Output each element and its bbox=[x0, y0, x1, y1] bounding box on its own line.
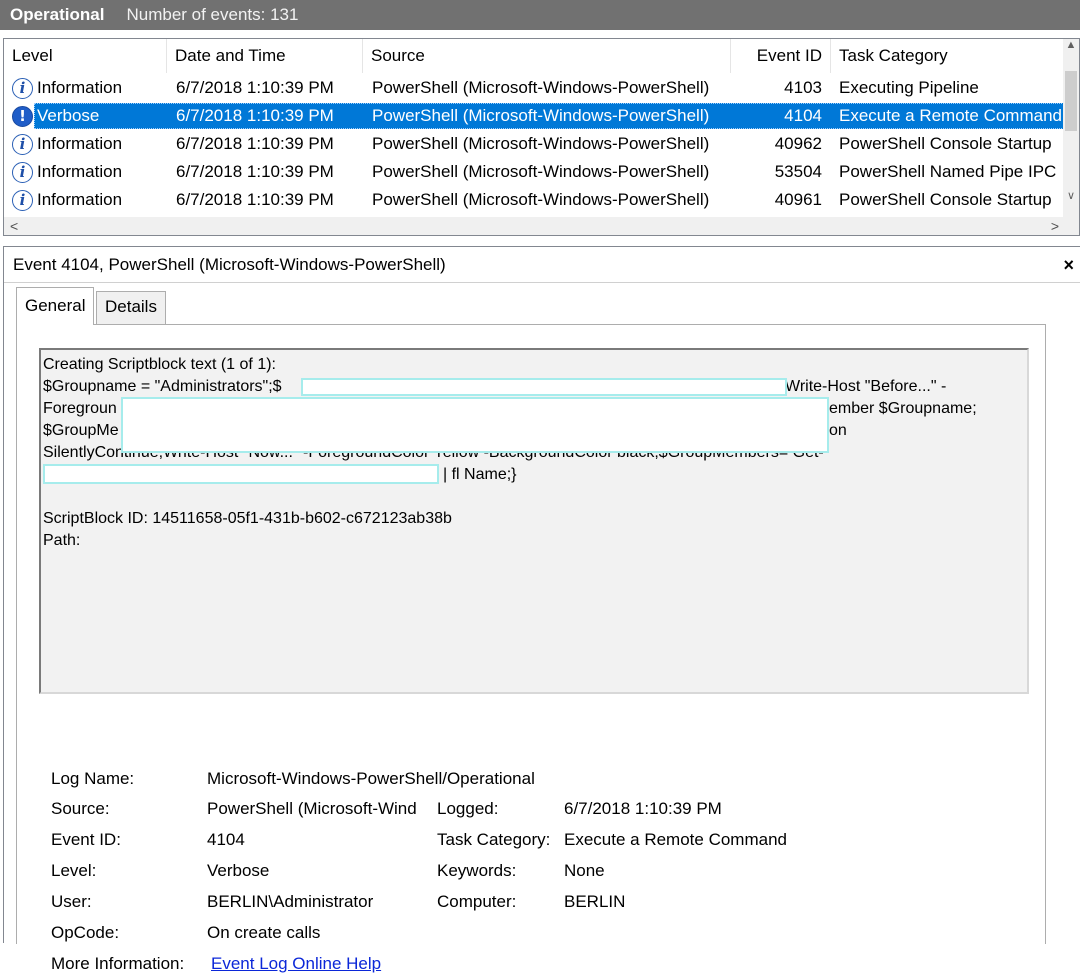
event-list[interactable]: Level Date and Time Source Event ID Task… bbox=[3, 38, 1080, 236]
table-row[interactable]: i Information 6/7/2018 1:10:39 PM PowerS… bbox=[4, 74, 1064, 102]
label-event-id: Event ID: bbox=[51, 830, 121, 849]
script-fragment: Write-Host "Before..." - bbox=[785, 378, 947, 395]
information-icon: i bbox=[12, 78, 33, 99]
cell-level: Information bbox=[37, 134, 123, 153]
cell-source: PowerShell (Microsoft-Windows-PowerShell… bbox=[372, 106, 710, 125]
cell-task: Execute a Remote Command bbox=[839, 106, 1062, 125]
log-header-bar: Operational Number of events: 131 bbox=[0, 0, 1080, 30]
label-logged: Logged: bbox=[437, 799, 499, 818]
information-icon: i bbox=[12, 162, 33, 183]
table-row[interactable]: i Information 6/7/2018 1:10:39 PM PowerS… bbox=[4, 158, 1064, 186]
value-computer: BERLIN bbox=[564, 892, 626, 911]
column-header-event-id[interactable]: Event ID bbox=[731, 39, 831, 73]
redaction-box bbox=[43, 464, 439, 484]
label-opcode: OpCode: bbox=[51, 923, 120, 942]
scroll-down-arrow-icon[interactable]: ∨ bbox=[1063, 189, 1079, 202]
label-log-name: Log Name: bbox=[51, 769, 135, 788]
event-log-online-help-link[interactable]: Event Log Online Help bbox=[211, 948, 381, 979]
value-keywords: None bbox=[564, 861, 605, 880]
label-keywords: Keywords: bbox=[437, 861, 517, 880]
information-icon: i bbox=[12, 134, 33, 155]
horizontal-scrollbar[interactable]: < > bbox=[4, 217, 1079, 235]
cell-task: PowerShell Console Startup bbox=[839, 190, 1052, 209]
label-more-information: More Information: bbox=[51, 954, 185, 973]
cell-date: 6/7/2018 1:10:39 PM bbox=[176, 106, 334, 125]
redaction-box bbox=[301, 378, 787, 396]
table-row[interactable]: i Information 6/7/2018 1:10:39 PM PowerS… bbox=[4, 130, 1064, 158]
label-source: Source: bbox=[51, 799, 110, 818]
script-line bbox=[43, 486, 1027, 508]
cell-date: 6/7/2018 1:10:39 PM bbox=[176, 78, 334, 97]
redaction-box bbox=[121, 397, 829, 453]
script-fragment: on bbox=[829, 422, 847, 439]
event-detail-title: Event 4104, PowerShell (Microsoft-Window… bbox=[13, 255, 446, 274]
script-line: Path: bbox=[43, 532, 81, 549]
event-description-textbox[interactable]: Creating Scriptblock text (1 of 1): $Gro… bbox=[39, 348, 1029, 694]
label-computer: Computer: bbox=[437, 892, 517, 911]
value-log-name: Microsoft-Windows-PowerShell/Operational bbox=[207, 769, 535, 788]
value-source: PowerShell (Microsoft-Wind bbox=[207, 799, 417, 818]
script-line: ScriptBlock ID: 14511658-05f1-431b-b602-… bbox=[43, 510, 452, 527]
cell-task: Executing Pipeline bbox=[839, 78, 979, 97]
cell-date: 6/7/2018 1:10:39 PM bbox=[176, 162, 334, 181]
label-level: Level: bbox=[51, 861, 97, 880]
event-detail-pane: Event 4104, PowerShell (Microsoft-Window… bbox=[3, 246, 1080, 973]
scroll-right-arrow-icon[interactable]: > bbox=[1051, 217, 1059, 235]
scroll-left-arrow-icon[interactable]: < bbox=[10, 217, 18, 235]
cell-level: Information bbox=[37, 190, 123, 209]
scrollbar-thumb[interactable] bbox=[1065, 71, 1077, 131]
general-tab-panel: Creating Scriptblock text (1 of 1): $Gro… bbox=[16, 324, 1046, 973]
cell-source: PowerShell (Microsoft-Windows-PowerShell… bbox=[372, 78, 710, 97]
table-row[interactable]: i Information 6/7/2018 1:10:39 PM PowerS… bbox=[4, 186, 1064, 214]
cell-event-id: 53504 bbox=[774, 162, 822, 181]
value-opcode: On create calls bbox=[207, 923, 321, 942]
verbose-icon: ! bbox=[12, 106, 33, 127]
script-fragment: | fl Name;} bbox=[443, 466, 517, 483]
column-header-row: Level Date and Time Source Event ID Task… bbox=[4, 39, 1064, 73]
cell-source: PowerShell (Microsoft-Windows-PowerShell… bbox=[372, 162, 710, 181]
cell-date: 6/7/2018 1:10:39 PM bbox=[176, 134, 334, 153]
column-header-level[interactable]: Level bbox=[4, 39, 167, 73]
cell-level: Verbose bbox=[37, 106, 100, 125]
value-user: BERLIN\Administrator bbox=[207, 892, 374, 911]
event-count: Number of events: 131 bbox=[126, 5, 299, 24]
value-logged: 6/7/2018 1:10:39 PM bbox=[564, 799, 722, 818]
value-level: Verbose bbox=[207, 861, 270, 880]
scroll-up-arrow-icon[interactable]: ▲ bbox=[1063, 39, 1079, 51]
tab-details[interactable]: Details bbox=[96, 291, 166, 325]
close-icon[interactable]: × bbox=[1063, 247, 1074, 283]
cell-level: Information bbox=[37, 78, 123, 97]
tab-general[interactable]: General bbox=[16, 287, 95, 325]
label-user: User: bbox=[51, 892, 92, 911]
column-header-date[interactable]: Date and Time bbox=[167, 39, 363, 73]
column-header-task-category[interactable]: Task Category bbox=[831, 39, 1064, 73]
value-task-category: Execute a Remote Command bbox=[564, 830, 787, 849]
label-task-category: Task Category: bbox=[437, 830, 551, 849]
column-header-source[interactable]: Source bbox=[363, 39, 731, 73]
cell-event-id: 40961 bbox=[774, 190, 822, 209]
cell-event-id: 40962 bbox=[774, 134, 822, 153]
cell-event-id: 4103 bbox=[784, 78, 822, 97]
cell-level: Information bbox=[37, 162, 123, 181]
table-row-selected[interactable]: ! Verbose 6/7/2018 1:10:39 PM PowerShell… bbox=[4, 102, 1064, 130]
event-detail-title-bar: Event 4104, PowerShell (Microsoft-Window… bbox=[4, 247, 1080, 283]
cell-source: PowerShell (Microsoft-Windows-PowerShell… bbox=[372, 134, 710, 153]
information-icon: i bbox=[12, 190, 33, 211]
cell-task: PowerShell Named Pipe IPC bbox=[839, 162, 1057, 181]
cell-source: PowerShell (Microsoft-Windows-PowerShell… bbox=[372, 190, 710, 209]
cell-date: 6/7/2018 1:10:39 PM bbox=[176, 190, 334, 209]
log-name: Operational bbox=[10, 5, 105, 24]
cell-task: PowerShell Console Startup bbox=[839, 134, 1052, 153]
cell-event-id: 4104 bbox=[784, 106, 822, 125]
script-fragment: ember $Groupname; bbox=[829, 400, 977, 417]
vertical-scrollbar[interactable]: ▲ ∨ bbox=[1063, 39, 1079, 218]
script-line: Creating Scriptblock text (1 of 1): bbox=[43, 356, 276, 373]
value-event-id: 4104 bbox=[207, 830, 245, 849]
